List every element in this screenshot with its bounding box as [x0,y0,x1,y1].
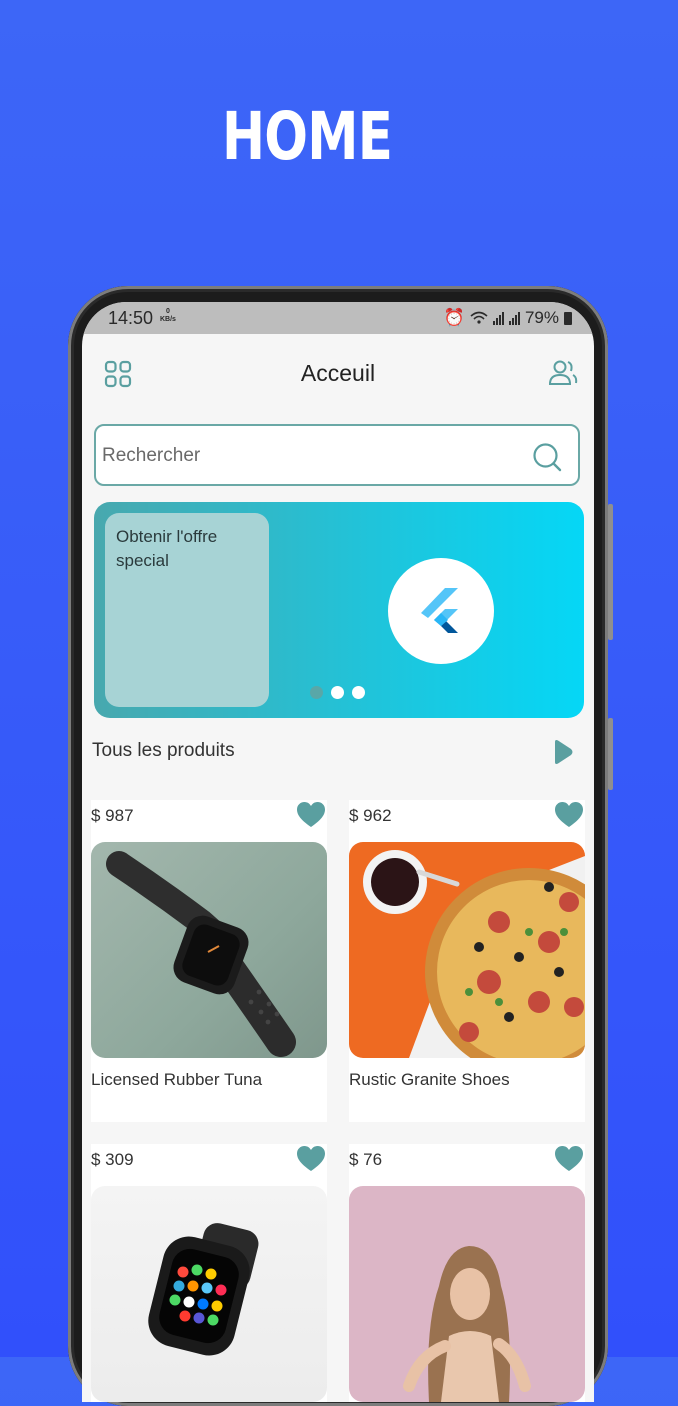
search-input[interactable] [100,436,524,476]
battery-percent: 79% [524,308,559,327]
phone-volume-button [608,504,613,640]
product-image-pizza[interactable] [349,842,585,1058]
product-image-watch[interactable] [91,842,327,1058]
status-network-speed: 0 KB/s [160,308,176,324]
status-time: 14:50 [108,308,154,328]
portrait-illustration [403,1246,531,1402]
battery-icon [564,311,572,325]
wifi-icon [470,311,488,324]
carousel-dot[interactable] [310,686,323,699]
product-image-smartwatch[interactable] [91,1186,327,1402]
heart-icon[interactable] [555,1146,583,1172]
section-title: Tous les produits [92,740,235,761]
product-name: Licensed Rubber Tuna [91,1070,263,1089]
heart-icon[interactable] [297,1146,325,1172]
product-card[interactable]: $ 962 Rustic Granite Shoes [349,800,585,1122]
search-icon[interactable] [532,442,562,472]
product-price: $ 962 [349,806,392,825]
hero-title: HOME [222,98,393,175]
product-card[interactable]: $ 987 Licensed Rubber Tuna [91,800,327,1122]
search-box [94,424,580,486]
product-card[interactable]: $ 76 [349,1144,585,1402]
carousel-dots [310,686,365,699]
carousel-dot[interactable] [352,686,365,699]
status-icons: ⏰ 79% [444,308,572,328]
page-title: Acceuil [300,360,376,386]
promo-banner[interactable]: Obtenir l'offre special [94,502,584,718]
product-image-portrait[interactable] [349,1186,585,1402]
flutter-logo-icon [421,588,458,633]
phone-power-button [608,718,613,790]
network-speed-value: 0 [166,308,170,315]
alarm-icon: ⏰ [443,308,465,327]
all-products-header: Tous les produits [92,736,580,770]
signal-icon-2 [508,311,520,325]
phone-screen: 14:50 0 KB/s ⏰ 79% Acceuil Rechercher Ob… [82,302,594,1402]
carousel-dot[interactable] [331,686,344,699]
network-speed-unit: KB/s [160,316,176,323]
flutter-logo-badge [388,558,494,664]
watch-illustration [106,851,296,1057]
signal-icon-1 [492,311,504,325]
pizza-illustration [363,850,585,1058]
product-price: $ 987 [91,806,134,825]
product-card[interactable]: $ 309 [91,1144,327,1402]
heart-icon[interactable] [555,802,583,828]
users-icon[interactable] [548,358,578,388]
play-icon[interactable] [552,739,574,765]
product-price: $ 309 [91,1150,134,1169]
offer-card[interactable]: Obtenir l'offre special [105,513,269,707]
phone-frame: 14:50 0 KB/s ⏰ 79% Acceuil Rechercher Ob… [68,286,613,1406]
status-bar: 14:50 0 KB/s ⏰ 79% [82,302,594,334]
app-header: Acceuil [82,334,594,414]
heart-icon[interactable] [297,802,325,828]
smartwatch-illustration [148,1223,259,1356]
offer-text: Obtenir l'offre special [116,527,218,570]
product-name: Rustic Granite Shoes [349,1070,510,1089]
product-price: $ 76 [349,1150,383,1169]
